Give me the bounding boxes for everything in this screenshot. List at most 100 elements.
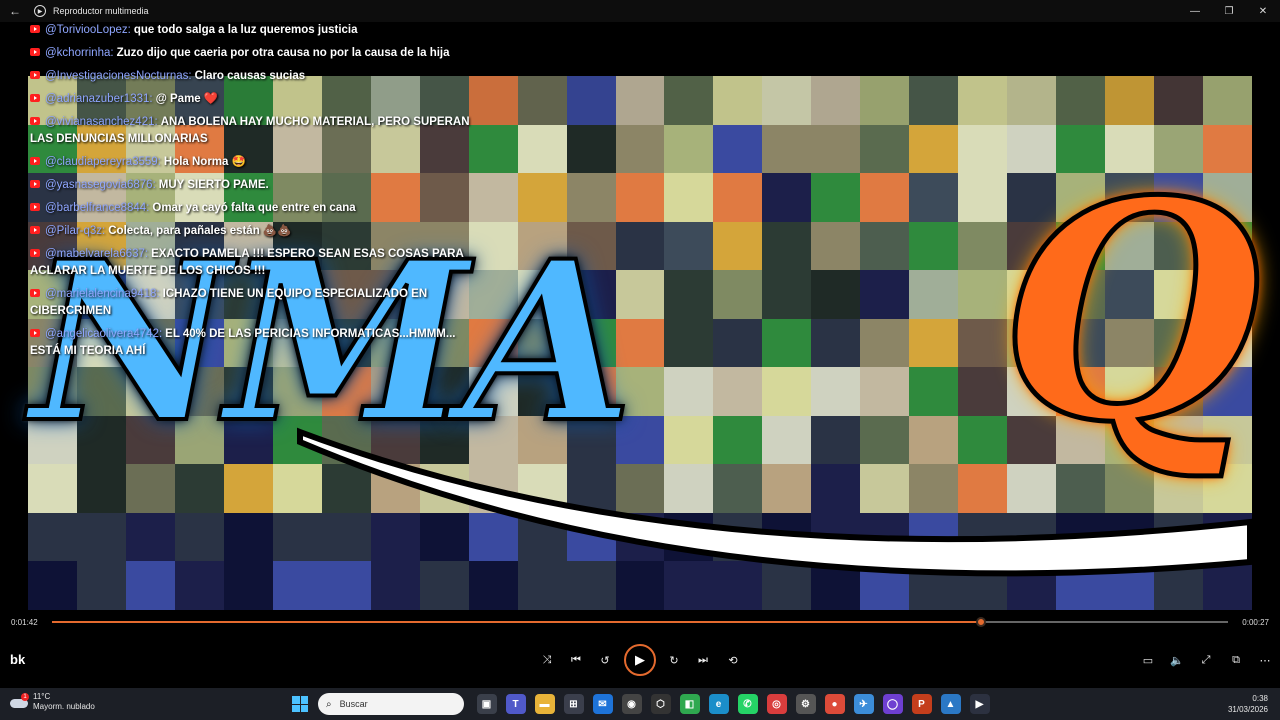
edge-icon[interactable]: e	[708, 694, 729, 714]
seek-thumb[interactable]	[976, 617, 987, 627]
youtube-icon	[30, 25, 40, 33]
weather-desc: Mayorm. nublado	[33, 702, 95, 711]
chat-message: @angelicaolivera4742: EL 40% DE LAS PERIC…	[30, 326, 480, 360]
youtube-icon	[30, 289, 40, 297]
chat-username: @InvestigacionesNocturnas:	[45, 70, 192, 82]
youtube-icon	[30, 226, 40, 234]
chat-text: que todo salga a la luz queremos justici…	[133, 24, 358, 36]
youtube-icon	[30, 71, 40, 79]
chrome-browser-icon[interactable]: ●	[824, 694, 845, 714]
chat-text: Omar ya cayó falta que entre en cana	[152, 202, 356, 214]
youtube-icon	[30, 203, 40, 211]
volume-icon[interactable]: 🔈	[1167, 650, 1187, 670]
chat-message: @adrianazuber1331: @ Pame ❤️	[30, 91, 480, 108]
live-chat-overlay: @ToriviooLopez: que todo salga a la luz q…	[30, 22, 480, 366]
chat-text: MUY SIERTO PAME.	[158, 179, 269, 191]
miniplayer-icon[interactable]: ▭	[1138, 650, 1158, 670]
settings-gear-icon[interactable]: ⚙	[795, 694, 816, 714]
youtube-icon	[30, 180, 40, 188]
youtube-icon	[30, 249, 40, 257]
youtube-icon	[30, 48, 40, 56]
chat-text: Zuzo dijo que caeria por otra causa no p…	[116, 47, 450, 59]
file-explorer-icon[interactable]: ▬	[534, 694, 555, 714]
app-hex-icon[interactable]: ⬡	[650, 694, 671, 714]
previous-icon[interactable]: ⏮	[566, 650, 586, 670]
youtube-icon	[30, 329, 40, 337]
fullscreen-icon[interactable]: ⤢	[1196, 650, 1216, 670]
whatsapp-icon[interactable]: ✆	[737, 694, 758, 714]
seek-bar-progress	[52, 621, 982, 623]
track-label: bk	[10, 652, 26, 667]
logo-q-fire-letter: Q	[997, 135, 1263, 488]
repeat-off-icon[interactable]: ⟲	[723, 650, 743, 670]
chat-text: Colecta, para pañales están 💩💩	[108, 225, 292, 237]
chat-username: @mabelvarela6637:	[45, 248, 149, 260]
rewind-10-icon[interactable]: ↺	[595, 650, 615, 670]
store-icon[interactable]: ⊞	[563, 694, 584, 714]
chrome-icon[interactable]: ◎	[766, 694, 787, 714]
chat-message: @InvestigacionesNocturnas: Claro causas s…	[30, 68, 480, 85]
next-icon[interactable]: ⏭	[693, 650, 713, 670]
window-title: Reproductor multimedia	[53, 6, 149, 16]
system-clock[interactable]: 0:38 31/03/2026	[1228, 693, 1268, 715]
chat-username: @adrianazuber1331:	[45, 93, 153, 105]
chrome-profile-icon[interactable]: ◉	[621, 694, 642, 714]
forward-30-icon[interactable]: ↻	[664, 650, 684, 670]
seek-bar[interactable]	[52, 617, 1228, 627]
minimize-icon[interactable]: —	[1178, 0, 1212, 22]
windows-taskbar: 1 11°C Mayorm. nublado ⌕ Buscar ▣ T ▬ ⊞ …	[0, 688, 1280, 720]
mail-icon[interactable]: ✉	[592, 694, 613, 714]
chat-message: @vivianasanchez421: ANA BOLENA HAY MUCHO …	[30, 114, 480, 148]
chat-message: @ToriviooLopez: que todo salga a la luz q…	[30, 22, 480, 39]
youtube-icon	[30, 157, 40, 165]
back-arrow-icon[interactable]: ←	[0, 0, 30, 22]
maximize-icon[interactable]: ❐	[1212, 0, 1246, 22]
photos-icon[interactable]: ▲	[940, 694, 961, 714]
chat-message: @mabelvarela6637: EXACTO PAMELA !!! ESPER…	[30, 246, 480, 280]
green-app-icon[interactable]: ◧	[679, 694, 700, 714]
clock-date: 31/03/2026	[1227, 705, 1268, 714]
chat-username: @barbelfrance8844:	[45, 202, 150, 214]
chat-message: @kchorrinha: Zuzo dijo que caeria por otr…	[30, 45, 480, 62]
chat-username: @claudiapereyra3559:	[45, 156, 161, 168]
chat-message: @barbelfrance8844: Omar ya cayó falta que…	[30, 200, 480, 217]
chat-text: @ Pame ❤️	[155, 93, 219, 105]
media-player-taskbar-icon[interactable]: ▶	[969, 694, 990, 714]
chat-message: @yasnasegovia6876: MUY SIERTO PAME.	[30, 177, 480, 194]
chat-username: @marielalencina9418:	[45, 288, 160, 300]
youtube-icon	[30, 94, 40, 102]
shuffle-icon[interactable]: ⤨	[537, 650, 557, 670]
playback-controls: 0:01:42 0:00:27 bk ⤨ ⏮ ↺ ▶ ↻ ⏭ ⟲ ▭ 🔈 ⤢ ⧉…	[0, 610, 1280, 688]
more-icon[interactable]: ⋯	[1255, 650, 1275, 670]
search-placeholder: Buscar	[339, 699, 368, 709]
clock-time: 0:38	[1252, 694, 1268, 703]
teams-icon[interactable]: T	[505, 694, 526, 714]
title-bar: ← ▶ Reproductor multimedia — ❐ ✕	[0, 0, 1280, 22]
chat-message: @Pilar-q3z: Colecta, para pañales están 💩…	[30, 223, 480, 240]
search-icon: ⌕	[326, 698, 332, 710]
telegram-icon[interactable]: ✈	[853, 694, 874, 714]
chat-username: @vivianasanchez421:	[45, 116, 158, 128]
task-view-icon[interactable]: ▣	[476, 694, 497, 714]
remaining-time: 0:00:27	[1242, 618, 1269, 627]
cast-icon[interactable]: ⧉	[1226, 650, 1246, 670]
media-player-window: ← ▶ Reproductor multimedia — ❐ ✕ NMA Q @…	[0, 0, 1280, 720]
weather-temp: 11°C	[33, 692, 51, 701]
chat-message: @claudiapereyra3559: Hola Norma 🤩	[30, 154, 480, 171]
weather-badge: 1	[21, 693, 29, 701]
chat-text: Hola Norma 🤩	[163, 156, 246, 168]
close-icon[interactable]: ✕	[1246, 0, 1280, 22]
powerpoint-icon[interactable]: P	[911, 694, 932, 714]
chat-message: @marielalencina9418: ICHAZO TIENE UN EQUI…	[30, 286, 480, 320]
weather-widget[interactable]: 1 11°C Mayorm. nublado	[10, 692, 95, 712]
play-icon[interactable]: ▶	[624, 644, 656, 676]
circle-app-icon[interactable]: ◯	[882, 694, 903, 714]
chat-username: @ToriviooLopez:	[45, 24, 131, 36]
elapsed-time: 0:01:42	[11, 618, 38, 627]
taskbar-search[interactable]: ⌕ Buscar	[318, 693, 464, 715]
chat-text: Claro causas sucias	[194, 70, 306, 82]
chat-username: @kchorrinha:	[45, 47, 114, 59]
cloud-icon: 1	[10, 693, 29, 709]
youtube-icon	[30, 117, 40, 125]
start-windows-icon[interactable]	[292, 696, 308, 712]
